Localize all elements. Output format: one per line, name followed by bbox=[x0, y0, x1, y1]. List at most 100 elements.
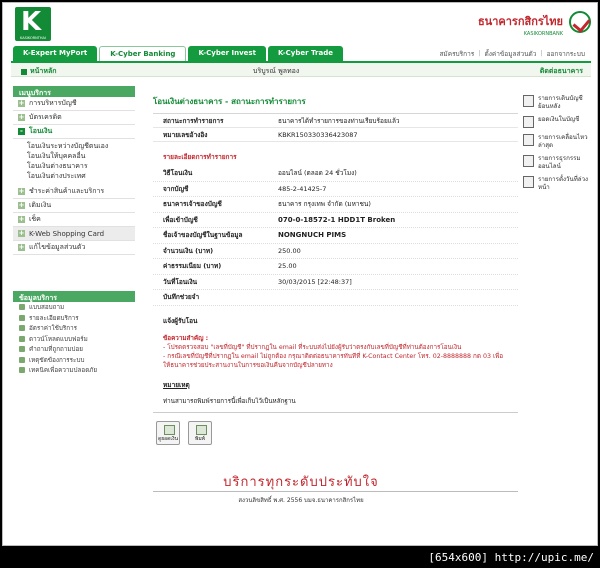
logout-link[interactable]: ออกจากระบบ bbox=[547, 49, 585, 59]
quick-link-statement[interactable]: รายการเดินบัญชีย้อนหลัง bbox=[523, 95, 593, 110]
quick-link-label: รายการธุรกรรมออนไลน์ bbox=[538, 155, 581, 170]
service-menu: เมนูบริการ + การบริหารบัญชี + บัตรเครดิต… bbox=[13, 86, 135, 255]
image-watermark: [654x600] http://upic.me/ bbox=[428, 551, 594, 564]
info-item-download-forms[interactable]: ดาวน์โหลดแบบฟอร์ม bbox=[13, 334, 135, 345]
expand-icon: + bbox=[18, 201, 25, 209]
transfer-submenu: โอนเงินระหว่างบัญชีตนเอง โอนเงินให้บุคคล… bbox=[13, 139, 135, 185]
detail-row-to-account: เพื่อเข้าบัญชี 070-0-18572-1 HDD1T Broken bbox=[153, 213, 518, 228]
submenu-international[interactable]: โอนเงินต่างประเทศ bbox=[27, 171, 135, 181]
tab-k-expert-myport[interactable]: K-Expert MyPort bbox=[13, 46, 98, 61]
tab-k-cyber-banking[interactable]: K-Cyber Banking bbox=[99, 46, 187, 61]
info-item-faq[interactable]: คำถามที่ถูกถามบ่อย bbox=[13, 344, 135, 355]
quick-link-balance[interactable]: ยอดเงินในบัญชี bbox=[523, 116, 593, 128]
menu-item-bill-payment[interactable]: + ชำระค่าสินค้าและบริการ bbox=[13, 185, 135, 199]
action-buttons: ดูยอดเงิน พิมพ์ bbox=[156, 421, 216, 445]
info-item-service-details[interactable]: รายละเอียดบริการ bbox=[13, 313, 135, 324]
menu-item-account-management[interactable]: + การบริหารบัญชี bbox=[13, 97, 135, 111]
expand-icon: + bbox=[18, 187, 25, 195]
product-tabs: K-Expert MyPort K-Cyber Banking K-Cyber … bbox=[13, 46, 343, 61]
home-icon bbox=[21, 68, 27, 75]
view-balance-button[interactable]: ดูยอดเงิน bbox=[156, 421, 180, 445]
reference-value: KBKR150330336423087 bbox=[278, 130, 358, 139]
recent-transactions-icon bbox=[523, 134, 534, 146]
download-icon bbox=[19, 335, 25, 342]
home-link[interactable]: หน้าหลัก bbox=[21, 66, 56, 77]
top-links: สมัครบริการ | ตั้งค่าข้อมูลส่วนตัว | ออก… bbox=[439, 49, 585, 59]
detail-row-fee: ค่าธรรมเนียม (บาท) 25.00 bbox=[153, 259, 518, 275]
menu-item-cheque[interactable]: + เช็ค bbox=[13, 213, 135, 227]
footer-divider bbox=[153, 491, 518, 492]
service-info-menu: ข้อมูลบริการ แบบสอบถาม รายละเอียดบริการ … bbox=[13, 291, 135, 376]
notify-recipient-label: แจ้งผู้รับโอน bbox=[163, 316, 198, 325]
quick-link-label: รายการตั้งวันที่ล่วงหน้า bbox=[538, 176, 589, 191]
menu-item-credit-card[interactable]: + บัตรเครดิต bbox=[13, 111, 135, 125]
detail-value: 070-0-18572-1 HDD1T Broken bbox=[278, 215, 396, 224]
detail-label: ชื่อเจ้าของบัญชีในฐานข้อมูล bbox=[163, 231, 243, 240]
detail-label: จำนวนเงิน (บาท) bbox=[163, 246, 214, 255]
kbank-logo[interactable]: K KASIKORNTHAI bbox=[15, 7, 51, 41]
menu-item-k-web-shopping-card[interactable]: + K-Web Shopping Card bbox=[13, 227, 135, 241]
lock-icon bbox=[19, 367, 25, 374]
info-item-system-issues[interactable]: เหตุขัดข้องการระบบ bbox=[13, 355, 135, 366]
notice-line-2: - กรณีเลขที่บัญชีที่ปรากฏใน email ไม่ถูก… bbox=[163, 352, 504, 369]
bank-name: ธนาคารกสิกรไทย KASIKORNBANK bbox=[478, 12, 563, 37]
reference-label: หมายเลขอ้างอิง bbox=[163, 130, 208, 139]
logo-brand: KASIKORNTHAI bbox=[20, 36, 46, 40]
notice-line-1: - โปรดตรวจสอบ "เลขที่บัญชี" ที่ปรากฏใน e… bbox=[163, 343, 462, 351]
online-transactions-icon bbox=[523, 155, 534, 167]
settings-link[interactable]: ตั้งค่าข้อมูลส่วนตัว bbox=[484, 49, 536, 59]
quick-link-label: รายการเดินบัญชีย้อนหลัง bbox=[538, 95, 583, 110]
balance-icon bbox=[523, 116, 534, 128]
info-item-label: แบบสอบถาม bbox=[29, 304, 65, 312]
tab-k-cyber-invest[interactable]: K-Cyber Invest bbox=[188, 46, 266, 61]
detail-value: NONGNUCH PIMS bbox=[278, 231, 347, 240]
menu-item-top-up[interactable]: + เติมเงิน bbox=[13, 199, 135, 213]
detail-value: ออนไลน์ (ตลอด 24 ชั่วโมง) bbox=[278, 169, 357, 178]
detail-value: 30/03/2015 [22:48:37] bbox=[278, 277, 352, 286]
contact-bank-link[interactable]: ติดต่อธนาคาร bbox=[540, 66, 583, 77]
detail-row-account-owner: ชื่อเจ้าของบัญชีในฐานข้อมูล NONGNUCH PIMS bbox=[153, 228, 518, 244]
quick-link-label: ยอดเงินในบัญชี bbox=[538, 116, 580, 123]
submenu-to-others[interactable]: โอนเงินให้บุคคลอื่น bbox=[27, 151, 135, 161]
footer-copyright: สงวนลิขสิทธิ์ พ.ศ. 2556 บมจ.ธนาคารกสิกรไ… bbox=[238, 497, 364, 504]
quick-link-recent[interactable]: รายการเคลื่อนไหวล่าสุด bbox=[523, 134, 593, 149]
register-link[interactable]: สมัครบริการ bbox=[439, 49, 474, 59]
menu-item-label: การบริหารบัญชี bbox=[29, 99, 77, 107]
bank-name-en: KASIKORNBANK bbox=[523, 31, 563, 37]
user-name: บริบูรณ์ พูลทอง bbox=[253, 67, 300, 75]
menu-item-edit-profile[interactable]: + แก้ไขข้อมูลส่วนตัว bbox=[13, 241, 135, 255]
question-icon bbox=[19, 346, 25, 353]
detail-row-method: วิธีโอนเงิน ออนไลน์ (ตลอด 24 ชั่วโมง) bbox=[153, 166, 518, 182]
print-button[interactable]: พิมพ์ bbox=[188, 421, 212, 445]
detail-label: ค่าธรรมเนียม (บาท) bbox=[163, 262, 222, 271]
star-icon bbox=[19, 314, 25, 321]
remark-heading: หมายเหตุ bbox=[163, 380, 190, 389]
main-content: โอนเงินต่างธนาคาร - สถานะการทำรายการ สถา… bbox=[153, 95, 518, 413]
page-title: โอนเงินต่างธนาคาร - สถานะการทำรายการ bbox=[153, 95, 518, 114]
info-item-label: คำถามที่ถูกถามบ่อย bbox=[29, 346, 83, 354]
info-item-fees[interactable]: อัตราค่าใช้บริการ bbox=[13, 323, 135, 334]
menu-item-label: เช็ค bbox=[29, 215, 41, 223]
detail-row-from-account: จากบัญชี 485-2-41425-7 bbox=[153, 182, 518, 197]
quick-link-scheduled[interactable]: รายการตั้งวันที่ล่วงหน้า bbox=[523, 176, 593, 191]
detail-value: 485-2-41425-7 bbox=[278, 184, 327, 193]
detail-label: วิธีโอนเงิน bbox=[163, 169, 193, 178]
info-item-label: เหตุขัดข้องการระบบ bbox=[29, 356, 85, 364]
submenu-own-accounts[interactable]: โอนเงินระหว่างบัญชีตนเอง bbox=[27, 141, 135, 151]
submenu-interbank[interactable]: โอนเงินต่างธนาคาร bbox=[27, 161, 135, 171]
menu-item-transfer[interactable]: - โอนเงิน bbox=[13, 125, 135, 139]
menu-item-label: ชำระค่าสินค้าและบริการ bbox=[29, 187, 105, 195]
service-info-heading: ข้อมูลบริการ bbox=[13, 291, 135, 302]
info-item-security-tips[interactable]: เทคนิคเพื่อความปลอดภัย bbox=[13, 365, 135, 376]
detail-row-date: วันที่โอนเงิน 30/03/2015 [22:48:37] bbox=[153, 275, 518, 290]
status-row: สถานะการทำรายการ ธนาคารได้ทำรายการของท่า… bbox=[153, 114, 518, 128]
detail-label: จากบัญชี bbox=[163, 184, 189, 193]
remark-text: ท่านสามารถพิมพ์รายการนี้เพื่อเก็บไว้เป็น… bbox=[153, 390, 518, 413]
calendar-icon bbox=[523, 176, 534, 188]
quick-link-online-transactions[interactable]: รายการธุรกรรมออนไลน์ bbox=[523, 155, 593, 170]
tab-k-cyber-trade[interactable]: K-Cyber Trade bbox=[267, 46, 343, 61]
notice-heading: ข้อความสำคัญ : bbox=[163, 334, 209, 342]
sub-bar: หน้าหลัก บริบูรณ์ พูลทอง ติดต่อธนาคาร bbox=[11, 61, 591, 77]
expand-icon: + bbox=[18, 113, 25, 121]
info-item-survey[interactable]: แบบสอบถาม bbox=[13, 302, 135, 313]
